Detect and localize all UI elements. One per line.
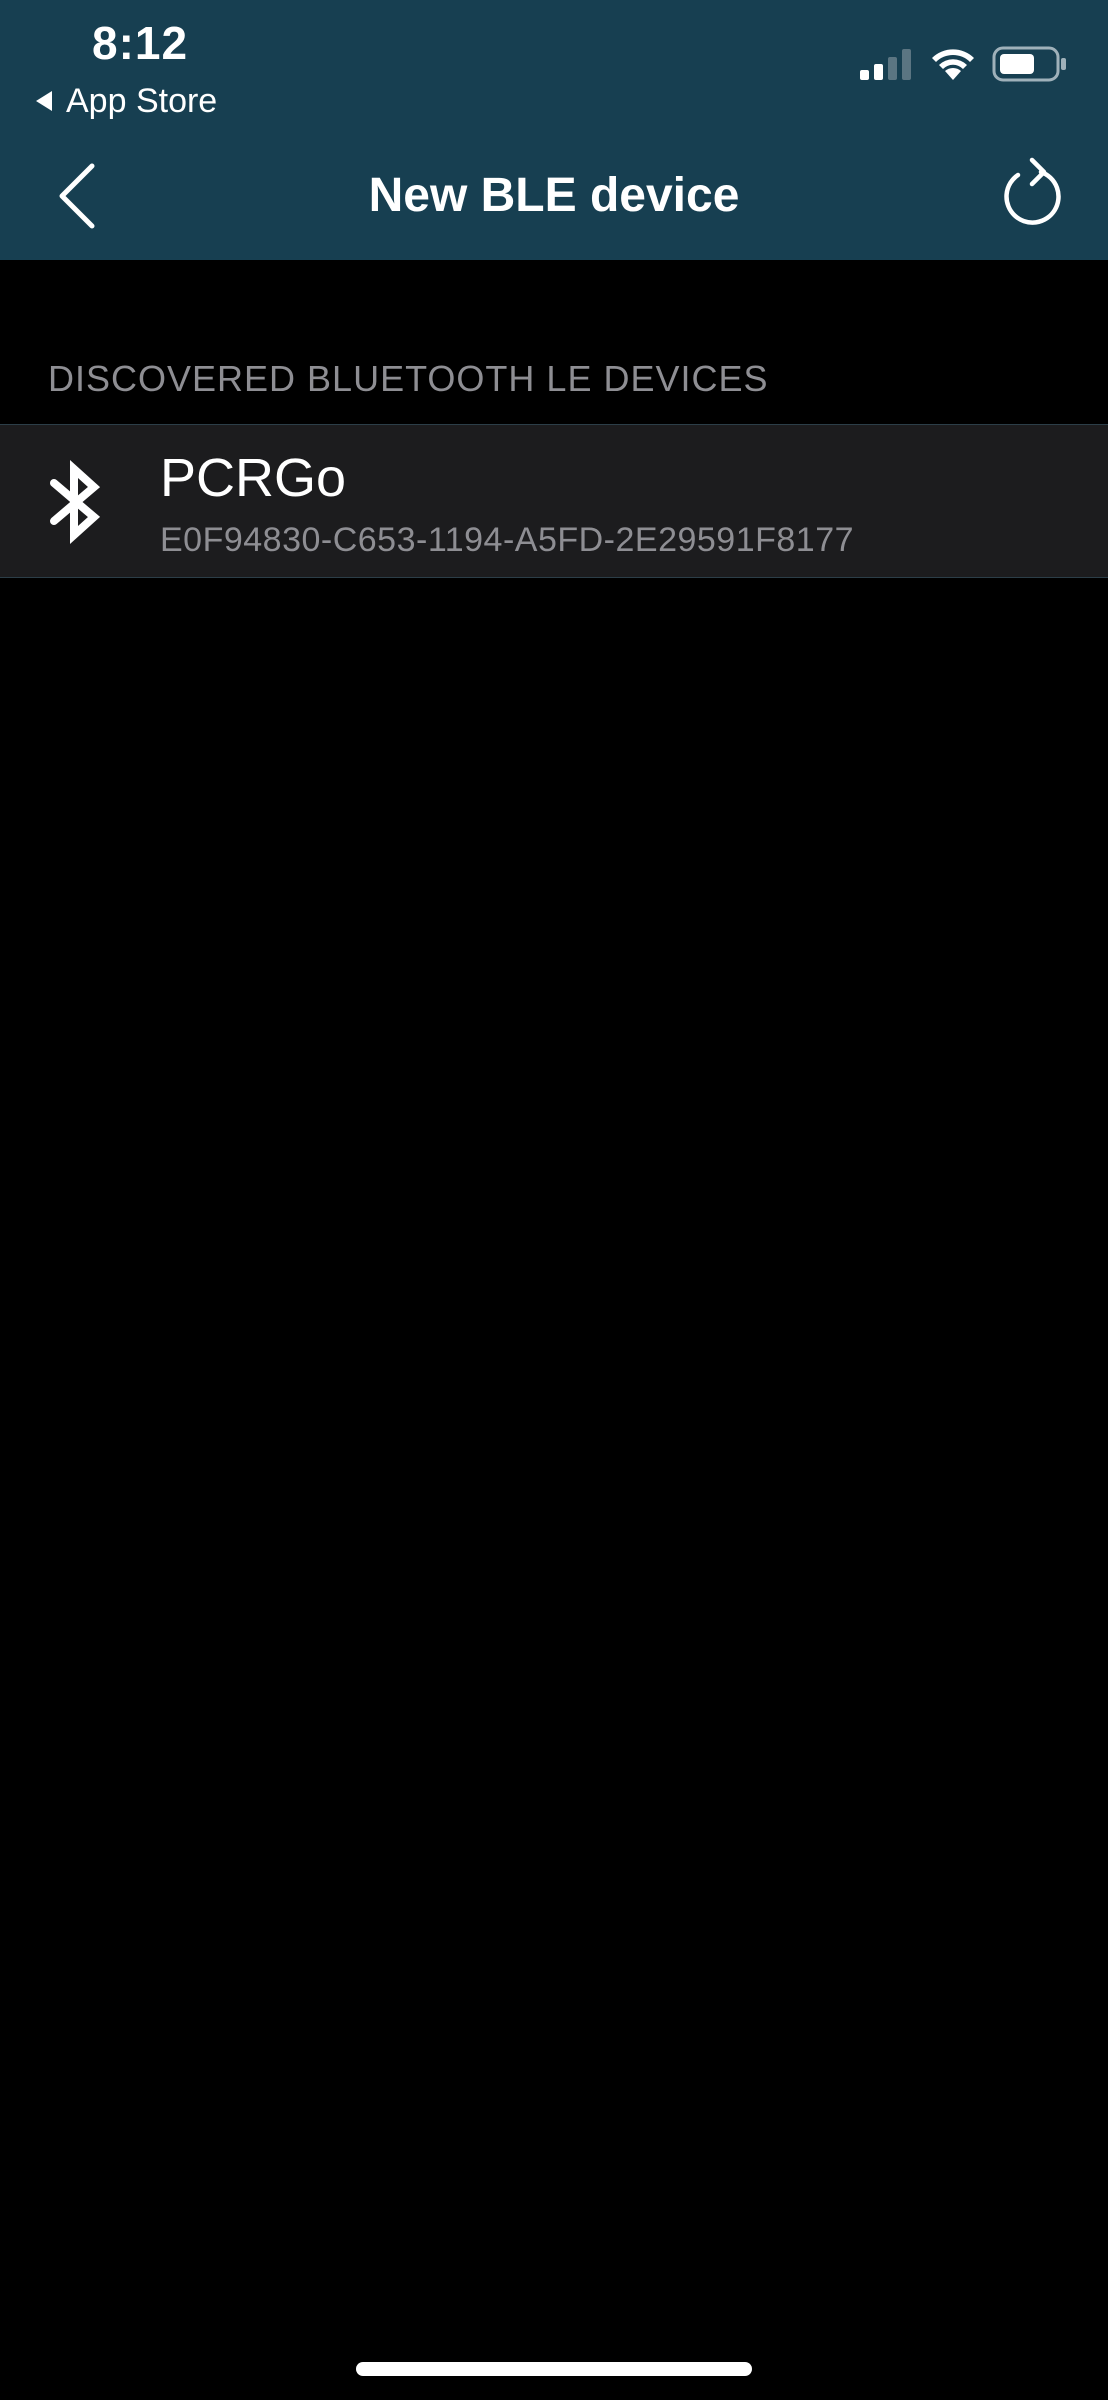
bluetooth-icon — [50, 460, 101, 544]
page-title: New BLE device — [368, 169, 740, 222]
section-header: DISCOVERED BLUETOOTH LE DEVICES — [48, 358, 769, 399]
status-icons — [860, 46, 1068, 82]
wifi-icon — [932, 49, 974, 80]
screen: 8:12 App Store New BLE device DISCOVERED… — [0, 0, 1108, 2400]
home-indicator[interactable] — [356, 2362, 752, 2376]
battery-icon — [992, 46, 1066, 82]
device-uuid: E0F94830-C653-1194-A5FD-2E29591F8177 — [160, 521, 855, 559]
back-triangle-icon — [36, 91, 52, 111]
navigation-bar: 8:12 App Store New BLE device — [0, 0, 1108, 260]
status-time: 8:12 — [92, 17, 189, 69]
device-list-item[interactable]: PCRGo E0F94830-C653-1194-A5FD-2E29591F81… — [0, 424, 1108, 578]
back-to-app-store-link[interactable]: App Store — [36, 78, 217, 124]
device-name: PCRGo — [160, 448, 347, 508]
cellular-signal-icon — [860, 49, 911, 80]
refresh-button[interactable] — [996, 155, 1068, 231]
back-to-app-label: App Store — [66, 81, 218, 120]
refresh-icon — [1004, 157, 1061, 225]
